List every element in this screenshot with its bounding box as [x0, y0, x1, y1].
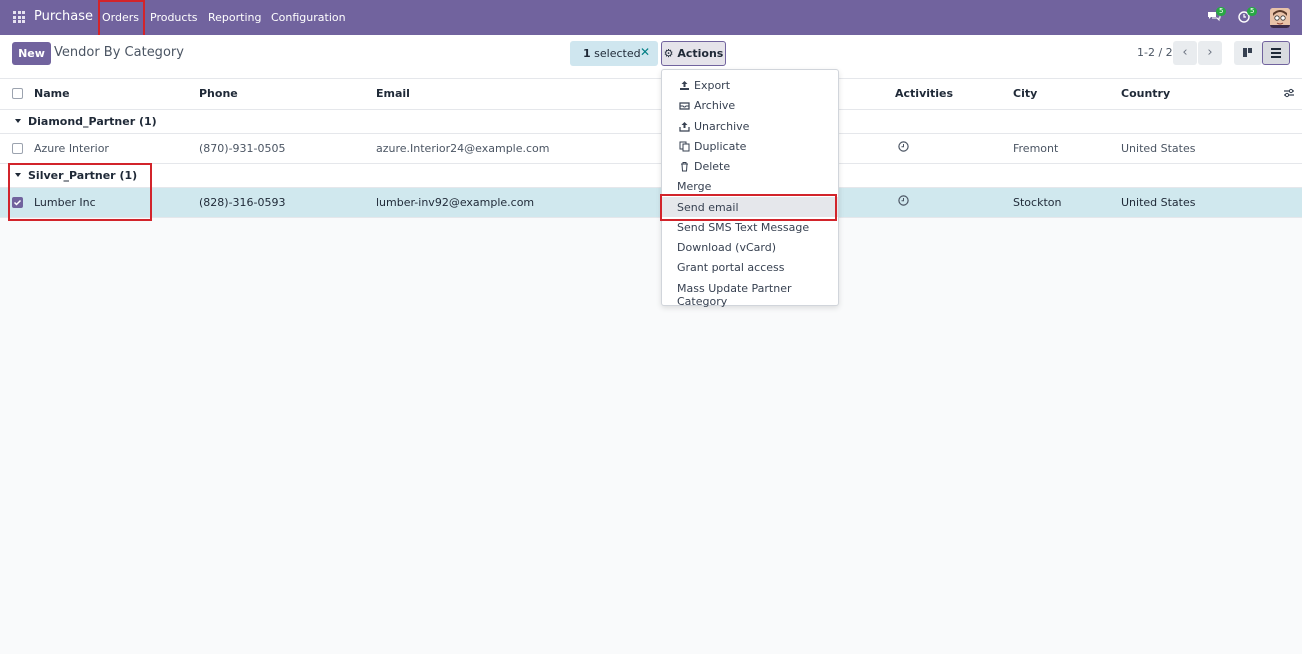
column-city[interactable]: City [1013, 87, 1037, 100]
menu-item-export[interactable]: Export [662, 75, 838, 95]
select-all-checkbox[interactable] [12, 88, 23, 99]
selection-indicator: 1 selected ✕ [570, 41, 658, 66]
nav-configuration[interactable]: Configuration [271, 11, 346, 24]
menu-item-grant-portal-access[interactable]: Grant portal access [662, 257, 838, 277]
menu-item-unarchive[interactable]: Unarchive [662, 116, 838, 136]
selected-count: 1 [583, 47, 591, 60]
cell-country: United States [1121, 142, 1196, 155]
app-brand[interactable]: Purchase [34, 9, 93, 24]
kanban-view-icon[interactable] [1234, 41, 1262, 65]
unarchive-icon [679, 121, 690, 132]
annotation-box-silver-group [8, 163, 152, 221]
pager-value[interactable]: 1-2 / 2 [1137, 46, 1173, 59]
table-header: Name Phone Email Activities City Country [0, 79, 1302, 110]
cell-email: azure.Interior24@example.com [376, 142, 550, 155]
clear-selection-icon[interactable]: ✕ [640, 45, 650, 59]
column-email[interactable]: Email [376, 87, 410, 100]
messages-icon[interactable]: 5 [1207, 7, 1227, 24]
menu-item-download-vcard[interactable]: Download (vCard) [662, 237, 838, 257]
top-navbar: Purchase Orders Products Reporting Confi… [0, 0, 1302, 35]
new-button[interactable]: New [12, 42, 51, 65]
cell-country: United States [1121, 196, 1196, 209]
user-avatar[interactable] [1270, 8, 1290, 28]
menu-item-mass-update-category[interactable]: Mass Update Partner Category [662, 278, 838, 308]
column-activities[interactable]: Activities [895, 87, 953, 100]
cell-name: Azure Interior [34, 142, 109, 155]
cell-phone: (828)-316-0593 [199, 196, 286, 209]
gear-icon: ⚙ [663, 47, 674, 60]
control-panel: New Vendor By Category 1 selected ✕ ⚙ Ac… [0, 35, 1302, 79]
optional-columns-icon[interactable] [1283, 87, 1295, 99]
trash-icon [679, 161, 690, 172]
actions-label: Actions [677, 47, 724, 60]
cell-phone: (870)-931-0505 [199, 142, 286, 155]
list-view-icon[interactable] [1262, 41, 1290, 65]
duplicate-icon [679, 141, 690, 152]
nav-products[interactable]: Products [150, 11, 198, 24]
archive-icon [679, 100, 690, 111]
nav-reporting[interactable]: Reporting [208, 11, 261, 24]
activities-clock-icon[interactable]: 5 [1238, 7, 1258, 24]
cell-city: Stockton [1013, 196, 1062, 209]
group-row-silver[interactable]: Silver_Partner (1) [0, 164, 1302, 188]
menu-item-duplicate[interactable]: Duplicate [662, 136, 838, 156]
actions-dropdown-menu: Export Archive Unarchive Duplicate Delet… [661, 69, 839, 308]
selected-label: selected [594, 47, 641, 60]
menu-item-delete[interactable]: Delete [662, 156, 838, 176]
column-phone[interactable]: Phone [199, 87, 238, 100]
actions-button[interactable]: ⚙ Actions [661, 41, 726, 66]
table-row-selected[interactable]: Lumber Inc (828)-316-0593 lumber-inv92@e… [0, 188, 1302, 218]
activities-badge: 5 [1247, 7, 1258, 16]
group-label: Diamond_Partner (1) [28, 115, 157, 128]
column-name[interactable]: Name [34, 87, 70, 100]
activity-clock-icon[interactable] [898, 195, 909, 206]
menu-item-archive[interactable]: Archive [662, 95, 838, 115]
cell-city: Fremont [1013, 142, 1059, 155]
apps-grid-icon[interactable] [13, 11, 25, 23]
activity-clock-icon[interactable] [898, 141, 909, 152]
export-icon [679, 80, 690, 91]
page-title: Vendor By Category [54, 45, 184, 60]
pager-next-icon[interactable]: › [1198, 41, 1222, 65]
cell-email: lumber-inv92@example.com [376, 196, 535, 209]
caret-down-icon [15, 119, 21, 123]
annotation-box-orders [98, 0, 145, 37]
table-row[interactable]: Azure Interior (870)-931-0505 azure.Inte… [0, 134, 1302, 164]
column-country[interactable]: Country [1121, 87, 1170, 100]
messages-badge: 5 [1216, 7, 1227, 16]
group-row-diamond[interactable]: Diamond_Partner (1) [0, 110, 1302, 134]
row-checkbox[interactable] [12, 143, 23, 154]
annotation-box-send-email [660, 194, 837, 221]
menu-item-merge[interactable]: Merge [662, 176, 838, 196]
pager-previous-icon[interactable]: ‹ [1173, 41, 1197, 65]
